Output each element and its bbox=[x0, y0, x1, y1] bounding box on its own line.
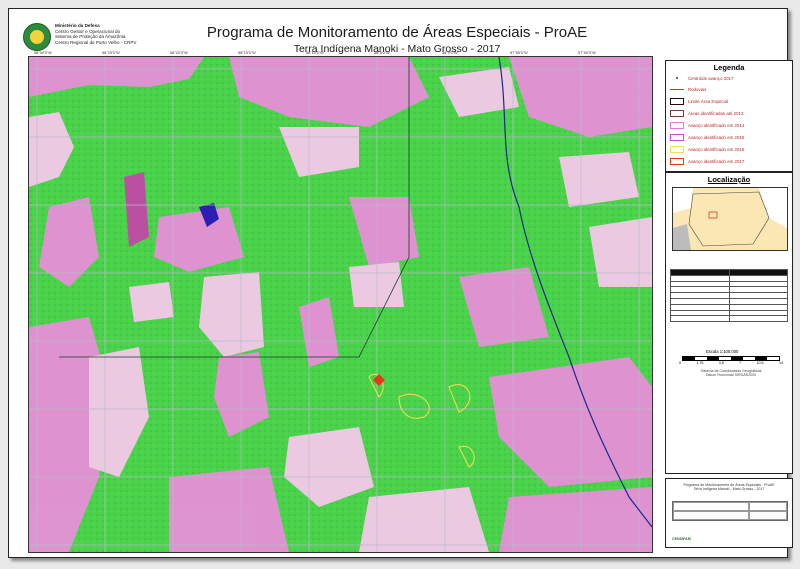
censipam-logo: CENSIPAM bbox=[672, 537, 691, 541]
organization-block: Ministério da Defesa Centro Gestor e Ope… bbox=[55, 23, 136, 45]
map-canvas bbox=[29, 57, 652, 552]
swatch-icon bbox=[670, 133, 684, 141]
area-statistics-table bbox=[670, 269, 788, 323]
legend-item: Avanço identificado em 2017 bbox=[670, 157, 744, 165]
legend-item: Áreas identificadas até 2013 bbox=[670, 109, 743, 117]
road-line-icon bbox=[670, 86, 684, 93]
legend-item: Avanço identificado em 2016 bbox=[670, 145, 744, 153]
coord-label: 57°55'0"W bbox=[510, 51, 528, 55]
location-inset-canvas bbox=[673, 188, 787, 250]
scale-ticks: 0 1,75 3,5 7 10,5 14 bbox=[679, 361, 783, 365]
legend-item: Avanço identificado em 2015 bbox=[670, 133, 744, 141]
coord-label: 58°5'0"W bbox=[374, 51, 390, 55]
satellite-map[interactable] bbox=[28, 56, 653, 553]
swatch-icon bbox=[670, 157, 684, 165]
coord-label: 58°30'0"W bbox=[34, 51, 52, 55]
coord-label: 58°15'0"W bbox=[238, 51, 256, 55]
projection-note: Sistema de Coordenadas Geográficas Datum… bbox=[700, 369, 762, 378]
org-line-4: Centro Regional de Porto Velho - CRPV bbox=[55, 39, 137, 45]
legend-item: Centróide avanço 2017 bbox=[670, 74, 733, 82]
coord-label: 58°0'0"W bbox=[442, 51, 458, 55]
scale-label: Escala 1:100.000 bbox=[706, 349, 739, 354]
coord-label: 57°50'0"W bbox=[578, 51, 596, 55]
org-line-3: Sistema de Proteção da Amazônia bbox=[55, 34, 126, 40]
coord-label: 58°25'0"W bbox=[102, 51, 120, 55]
legend-item: Avanço identificado em 2014 bbox=[670, 121, 744, 129]
footer-info-grid bbox=[672, 501, 788, 521]
location-inset-map bbox=[672, 187, 788, 251]
legend-title: Legenda bbox=[713, 63, 745, 72]
dot-icon bbox=[670, 75, 684, 82]
legend-item: Limite Área Especial bbox=[670, 97, 728, 105]
swatch-icon bbox=[670, 109, 684, 117]
footer-text: Programa de Monitoramento de Áreas Espec… bbox=[683, 483, 775, 492]
coord-label: 58°20'0"W bbox=[170, 51, 188, 55]
map-title: Programa de Monitoramento de Áreas Espec… bbox=[206, 24, 588, 41]
swatch-icon bbox=[670, 121, 684, 129]
legend-panel: Legenda Centróide avanço 2017 Rodovias L… bbox=[665, 60, 793, 172]
boundary-swatch-icon bbox=[670, 97, 684, 105]
location-panel: Localização Escala 1:100.000 0 1,75 3,5 … bbox=[665, 172, 793, 474]
location-title: Localização bbox=[707, 175, 751, 184]
swatch-icon bbox=[670, 145, 684, 153]
defense-ministry-logo bbox=[23, 23, 51, 51]
coord-label: 58°10'0"W bbox=[306, 51, 324, 55]
footer-panel: Programa de Monitoramento de Áreas Espec… bbox=[665, 478, 793, 548]
legend-item: Rodovias bbox=[670, 85, 706, 93]
